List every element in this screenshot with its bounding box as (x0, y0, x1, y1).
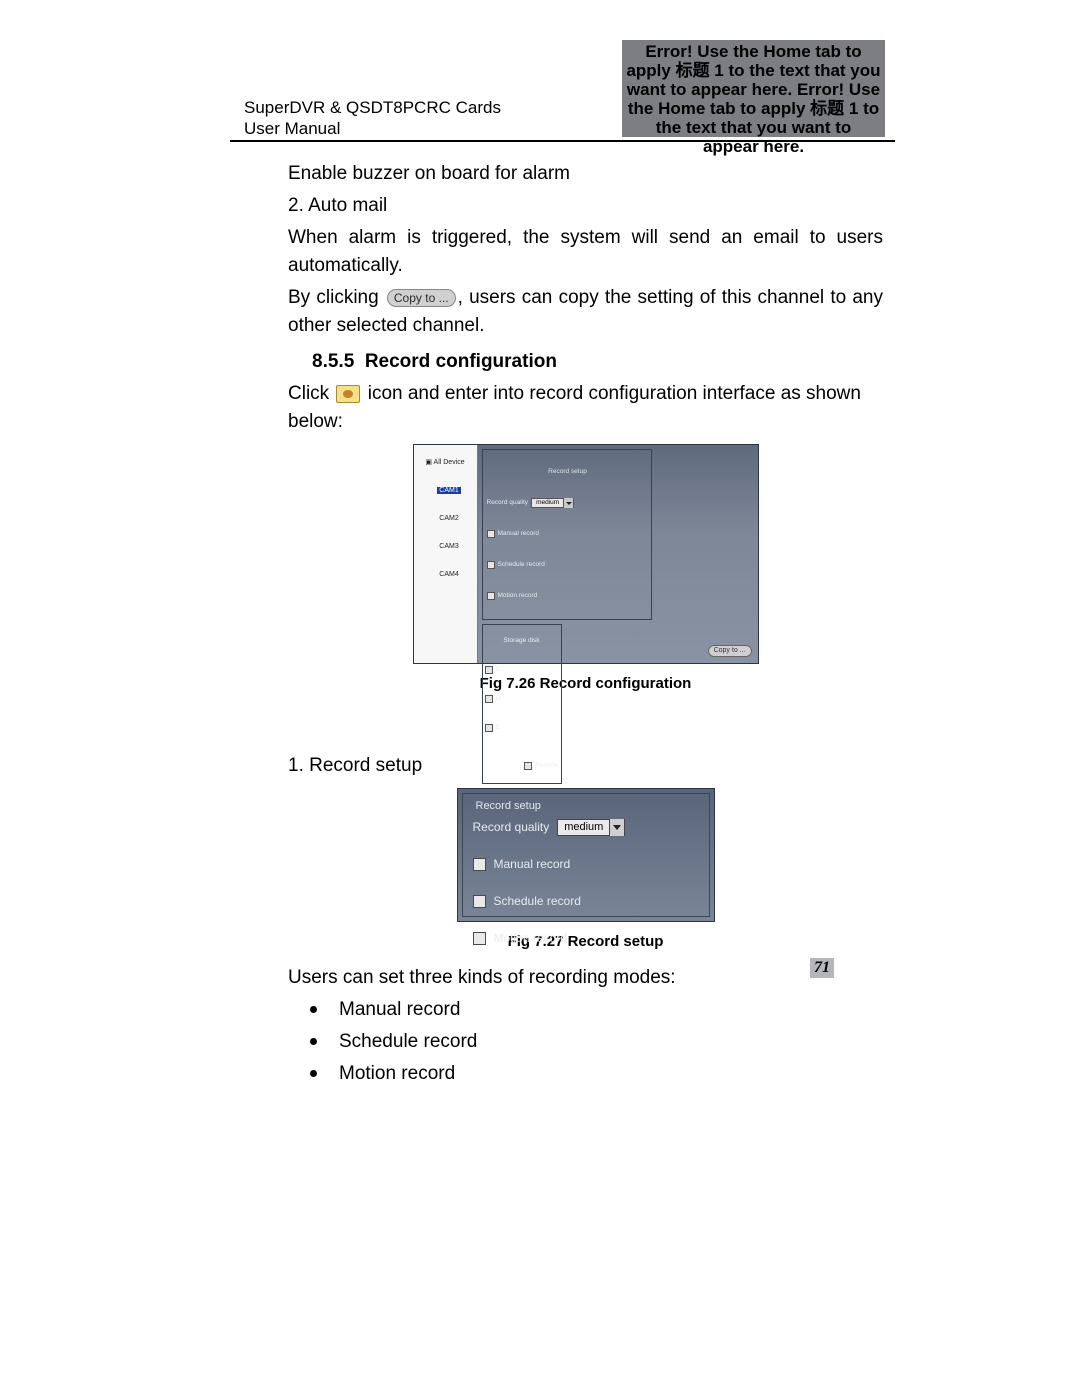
recycle-checkbox[interactable] (524, 762, 532, 770)
storage-checkbox[interactable] (485, 724, 493, 732)
bullet-icon (310, 1038, 317, 1045)
storage-title: Storage disk (485, 627, 559, 655)
para-buzzer: Enable buzzer on board for alarm (288, 160, 883, 188)
list-item: Manual record (310, 996, 883, 1024)
schedule-record-label: Schedule record (498, 551, 545, 579)
doc-subtitle: User Manual (244, 118, 584, 139)
header-rule (230, 140, 895, 142)
manual-record-label: Manual record (494, 850, 571, 878)
page-number: 71 (810, 958, 834, 978)
storage-row-label: E (496, 714, 500, 742)
tree-item[interactable]: CAM2 (424, 505, 475, 533)
bullet-icon (310, 1070, 317, 1077)
list-item: Motion record (310, 1060, 883, 1088)
schedule-record-label: Schedule record (494, 887, 581, 915)
record-quality-dropdown[interactable]: medium (557, 819, 625, 836)
manual-record-label: Manual record (498, 520, 540, 548)
motion-record-checkbox[interactable] (473, 932, 486, 945)
record-config-icon[interactable] (336, 385, 360, 403)
storage-row-label: D (496, 685, 501, 713)
record-quality-dropdown[interactable]: medium (531, 498, 574, 508)
schedule-record-checkbox[interactable] (473, 895, 486, 908)
figure-7-27: Record setup Record quality medium Manua… (288, 788, 883, 956)
storage-checkbox[interactable] (485, 666, 493, 674)
chevron-down-icon (609, 819, 624, 836)
list-item: Schedule record (310, 1028, 883, 1056)
para-automail-heading: 2. Auto mail (288, 192, 883, 220)
chevron-down-icon (563, 498, 573, 508)
copy-to-button-inline[interactable]: Copy to ... (387, 289, 456, 307)
device-tree[interactable]: ▣ All Device CAM1 CAM2 CAM3 CAM4 (414, 445, 478, 663)
para-modes-intro: Users can set three kinds of recording m… (288, 964, 883, 992)
doc-title: SuperDVR & QSDT8PCRC Cards (244, 97, 584, 118)
tree-root-label: All Device (434, 459, 465, 466)
recycle-label: Recycle (535, 752, 558, 780)
tree-item[interactable]: CAM3 (424, 533, 475, 561)
record-setup-frame-title: Record setup (473, 792, 544, 820)
tree-item[interactable]: CAM4 (424, 561, 475, 589)
record-config-right-pane: Record setup Record quality medium Manua… (478, 445, 758, 663)
section-number: 8.5.5 (312, 351, 354, 372)
header-left: SuperDVR & QSDT8PCRC Cards User Manual (244, 97, 584, 139)
list-item-label: Motion record (339, 1060, 455, 1088)
tree-item: CAM1 (424, 477, 475, 505)
para-automail-desc: When alarm is triggered, the system will… (288, 224, 883, 280)
para-click-b: icon and enter into record configuration… (288, 383, 861, 432)
tree-item-selected[interactable]: CAM1 (437, 487, 460, 494)
schedule-record-checkbox[interactable] (487, 561, 495, 569)
figure-7-26-caption: Fig 7.26 Record configuration (288, 670, 883, 698)
tree-root[interactable]: ▣ All Device (416, 449, 475, 477)
storage-row-label: C (496, 656, 501, 684)
record-setup-panel: Record setup Record quality medium Manua… (457, 788, 715, 922)
page-body: Enable buzzer on board for alarm 2. Auto… (288, 160, 883, 1092)
para-copyto-a: By clicking (288, 287, 385, 308)
section-heading: 8.5.5 Record configuration (312, 348, 883, 376)
para-record-setup: 1. Record setup (288, 752, 883, 780)
para-click-icon: Click icon and enter into record configu… (288, 380, 883, 436)
record-quality-row: Record quality medium (487, 489, 647, 517)
para-click-a: Click (288, 383, 334, 404)
record-setup-group: Record setup Record quality medium Manua… (482, 449, 652, 620)
record-setup-frame: Record setup Record quality medium Manua… (462, 793, 710, 917)
section-title: Record configuration (365, 351, 557, 372)
figure-7-26: ▣ All Device CAM1 CAM2 CAM3 CAM4 Record … (288, 444, 883, 698)
motion-record-label: Motion record (498, 582, 538, 610)
motion-record-label: Motion record (494, 924, 567, 952)
bullet-icon (310, 1006, 317, 1013)
record-setup-title: Record setup (548, 468, 587, 475)
record-quality-label: Record quality (487, 489, 529, 517)
record-quality-value: medium (532, 489, 563, 517)
list-item-label: Manual record (339, 996, 460, 1024)
record-quality-value: medium (558, 813, 609, 841)
record-config-window: ▣ All Device CAM1 CAM2 CAM3 CAM4 Record … (413, 444, 759, 664)
manual-record-checkbox[interactable] (473, 858, 486, 871)
list-item-label: Schedule record (339, 1028, 477, 1056)
recording-modes-list: Manual record Schedule record Motion rec… (310, 996, 883, 1088)
motion-record-checkbox[interactable] (487, 592, 495, 600)
para-copyto: By clicking Copy to ..., users can copy … (288, 284, 883, 340)
storage-disk-group: Storage disk C D E Recycle (482, 624, 562, 784)
manual-record-checkbox[interactable] (487, 530, 495, 538)
storage-checkbox[interactable] (485, 695, 493, 703)
copy-to-button[interactable]: Copy to ... (708, 645, 752, 657)
